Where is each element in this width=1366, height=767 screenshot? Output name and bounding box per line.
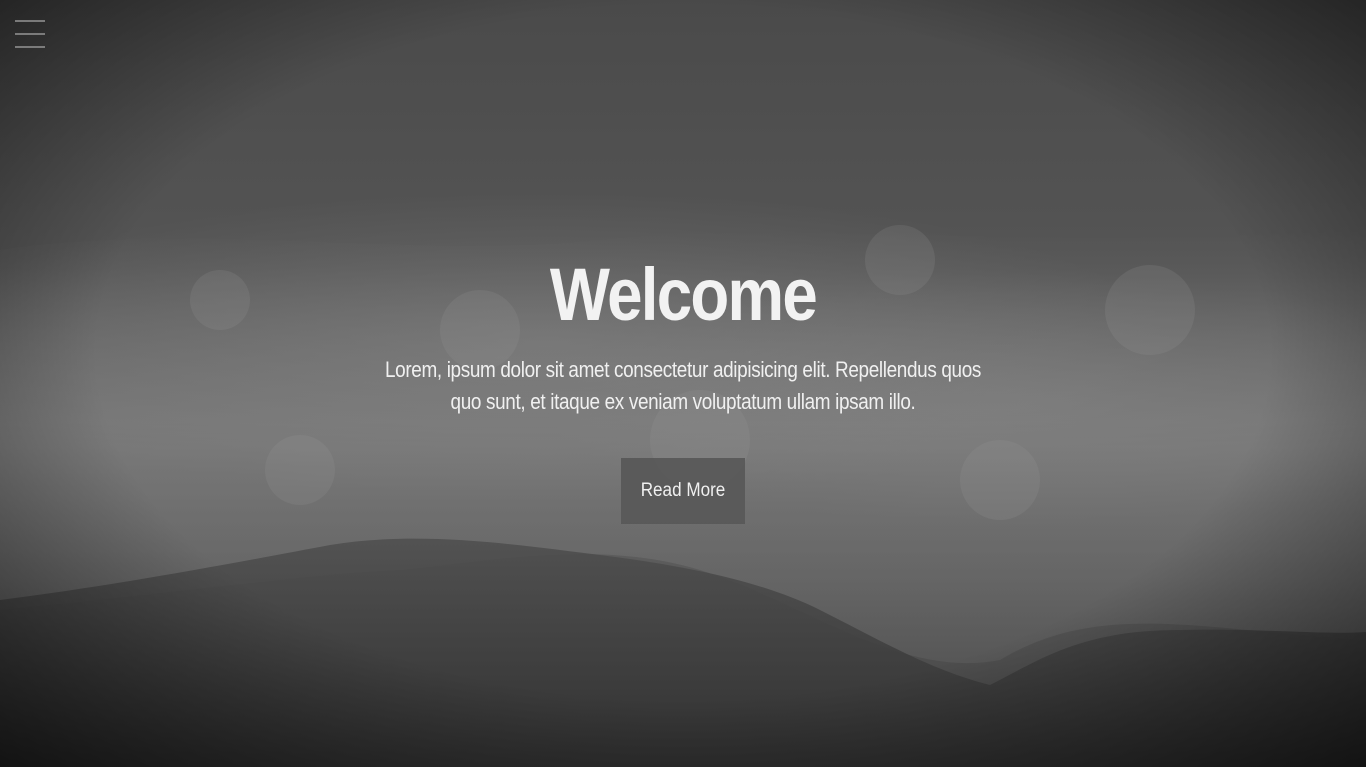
hero-title: Welcome	[549, 253, 818, 336]
read-more-button[interactable]: Read More	[621, 458, 745, 524]
hero-subtitle: Lorem, ipsum dolor sit amet consectetur …	[384, 357, 982, 414]
read-more-label: Read More	[640, 480, 726, 501]
hero-content: Welcome Lorem, ipsum dolor sit amet cons…	[0, 0, 1366, 767]
hero-section: Welcome Lorem, ipsum dolor sit amet cons…	[0, 0, 1366, 767]
